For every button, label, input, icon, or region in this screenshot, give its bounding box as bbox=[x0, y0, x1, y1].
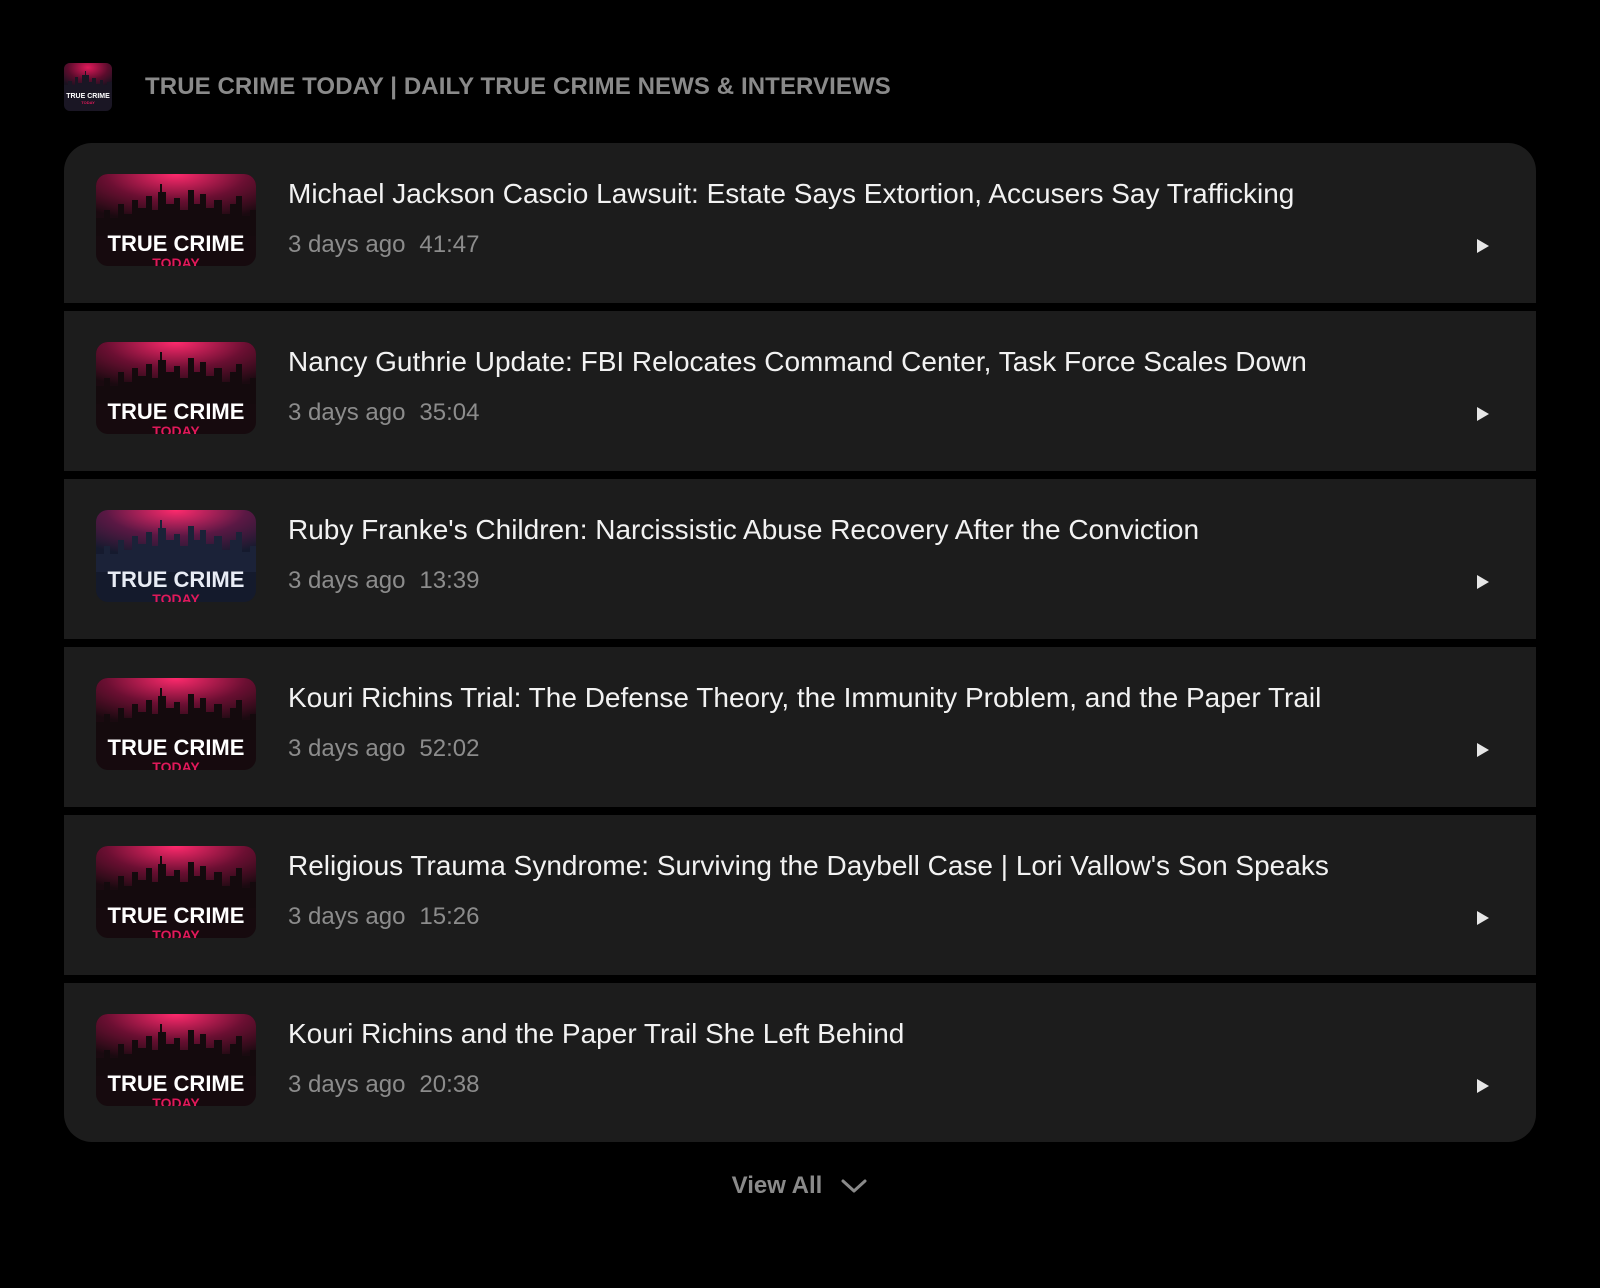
episode-date: 3 days ago bbox=[288, 903, 406, 930]
episode-row[interactable]: TRUE CRIME TODAY Religious Trauma Syndro… bbox=[64, 815, 1536, 975]
true-crime-today-logo-icon: TRUE CRIME TODAY bbox=[96, 1014, 256, 1106]
play-button[interactable] bbox=[1468, 736, 1496, 764]
play-button[interactable] bbox=[1468, 400, 1496, 428]
svg-text:TRUE CRIME: TRUE CRIME bbox=[108, 735, 245, 760]
episode-meta: 3 days ago 15:26 bbox=[288, 902, 479, 932]
svg-text:TRUE CRIME: TRUE CRIME bbox=[66, 93, 110, 100]
play-icon bbox=[1477, 1079, 1489, 1093]
play-icon bbox=[1477, 575, 1489, 589]
play-button[interactable] bbox=[1468, 904, 1496, 932]
episode-row[interactable]: TRUE CRIME TODAY Kouri Richins and the P… bbox=[64, 983, 1536, 1142]
view-all-button[interactable]: View All bbox=[0, 1172, 1600, 1200]
episode-title[interactable]: Ruby Franke's Children: Narcissistic Abu… bbox=[288, 512, 1199, 548]
episode-row[interactable]: TRUE CRIME TODAY Michael Jackson Cascio … bbox=[64, 143, 1536, 303]
true-crime-today-logo-icon: TRUE CRIME TODAY bbox=[64, 63, 112, 111]
svg-text:TRUE CRIME: TRUE CRIME bbox=[108, 399, 245, 424]
episode-duration: 13:39 bbox=[419, 567, 480, 594]
svg-text:TODAY: TODAY bbox=[152, 1095, 200, 1106]
episode-thumbnail: TRUE CRIME TODAY bbox=[96, 510, 256, 602]
true-crime-today-logo-icon: TRUE CRIME TODAY bbox=[96, 846, 256, 938]
svg-text:TODAY: TODAY bbox=[81, 100, 95, 105]
episode-thumbnail: TRUE CRIME TODAY bbox=[96, 846, 256, 938]
svg-text:TRUE CRIME: TRUE CRIME bbox=[108, 1071, 245, 1096]
episode-title[interactable]: Religious Trauma Syndrome: Surviving the… bbox=[288, 848, 1329, 884]
episode-date: 3 days ago bbox=[288, 567, 406, 594]
episode-thumbnail: TRUE CRIME TODAY bbox=[96, 678, 256, 770]
episode-meta: 3 days ago 52:02 bbox=[288, 734, 479, 764]
episode-duration: 35:04 bbox=[419, 399, 480, 426]
episode-meta: 3 days ago 20:38 bbox=[288, 1070, 479, 1100]
play-button[interactable] bbox=[1468, 568, 1496, 596]
play-button[interactable] bbox=[1468, 1072, 1496, 1100]
episode-row[interactable]: TRUE CRIME TODAY Kouri Richins Trial: Th… bbox=[64, 647, 1536, 807]
chevron-down-icon bbox=[840, 1176, 868, 1196]
episode-date: 3 days ago bbox=[288, 735, 406, 762]
podcast-logo[interactable]: TRUE CRIME TODAY bbox=[64, 63, 112, 111]
play-button[interactable] bbox=[1468, 232, 1496, 260]
episode-title[interactable]: Nancy Guthrie Update: FBI Relocates Comm… bbox=[288, 344, 1307, 380]
play-icon bbox=[1477, 743, 1489, 757]
episode-title[interactable]: Michael Jackson Cascio Lawsuit: Estate S… bbox=[288, 176, 1294, 212]
view-all-label: View All bbox=[731, 1172, 823, 1199]
episode-date: 3 days ago bbox=[288, 231, 406, 258]
episode-title[interactable]: Kouri Richins Trial: The Defense Theory,… bbox=[288, 680, 1321, 716]
podcast-header: TRUE CRIME TODAY TRUE CRIME TODAY | DAIL… bbox=[64, 63, 891, 111]
episode-row[interactable]: TRUE CRIME TODAY Nancy Guthrie Update: F… bbox=[64, 311, 1536, 471]
episode-duration: 15:26 bbox=[419, 903, 480, 930]
episode-date: 3 days ago bbox=[288, 399, 406, 426]
svg-text:TODAY: TODAY bbox=[152, 423, 200, 434]
play-icon bbox=[1477, 239, 1489, 253]
episode-row[interactable]: TRUE CRIME TODAY Ruby Franke's Children:… bbox=[64, 479, 1536, 639]
play-icon bbox=[1477, 407, 1489, 421]
svg-text:TRUE CRIME: TRUE CRIME bbox=[108, 567, 245, 592]
svg-text:TODAY: TODAY bbox=[152, 591, 200, 602]
svg-text:TODAY: TODAY bbox=[152, 255, 200, 266]
episode-thumbnail: TRUE CRIME TODAY bbox=[96, 174, 256, 266]
svg-text:TRUE CRIME: TRUE CRIME bbox=[108, 903, 245, 928]
svg-text:TODAY: TODAY bbox=[152, 927, 200, 938]
episode-duration: 41:47 bbox=[419, 231, 480, 258]
true-crime-today-logo-icon: TRUE CRIME TODAY bbox=[96, 342, 256, 434]
true-crime-today-logo-icon: TRUE CRIME TODAY bbox=[96, 678, 256, 770]
episode-thumbnail: TRUE CRIME TODAY bbox=[96, 1014, 256, 1106]
svg-text:TODAY: TODAY bbox=[152, 759, 200, 770]
episode-duration: 52:02 bbox=[419, 735, 480, 762]
episode-duration: 20:38 bbox=[419, 1071, 480, 1098]
true-crime-today-logo-icon: TRUE CRIME TODAY bbox=[96, 510, 256, 602]
episode-meta: 3 days ago 35:04 bbox=[288, 398, 479, 428]
play-icon bbox=[1477, 911, 1489, 925]
episode-meta: 3 days ago 41:47 bbox=[288, 230, 479, 260]
episode-date: 3 days ago bbox=[288, 1071, 406, 1098]
episode-title[interactable]: Kouri Richins and the Paper Trail She Le… bbox=[288, 1016, 904, 1052]
podcast-title[interactable]: TRUE CRIME TODAY | DAILY TRUE CRIME NEWS… bbox=[145, 73, 891, 101]
episode-meta: 3 days ago 13:39 bbox=[288, 566, 479, 596]
episode-list: TRUE CRIME TODAY Michael Jackson Cascio … bbox=[64, 143, 1536, 1142]
true-crime-today-logo-icon: TRUE CRIME TODAY bbox=[96, 174, 256, 266]
episode-thumbnail: TRUE CRIME TODAY bbox=[96, 342, 256, 434]
svg-text:TRUE CRIME: TRUE CRIME bbox=[108, 231, 245, 256]
